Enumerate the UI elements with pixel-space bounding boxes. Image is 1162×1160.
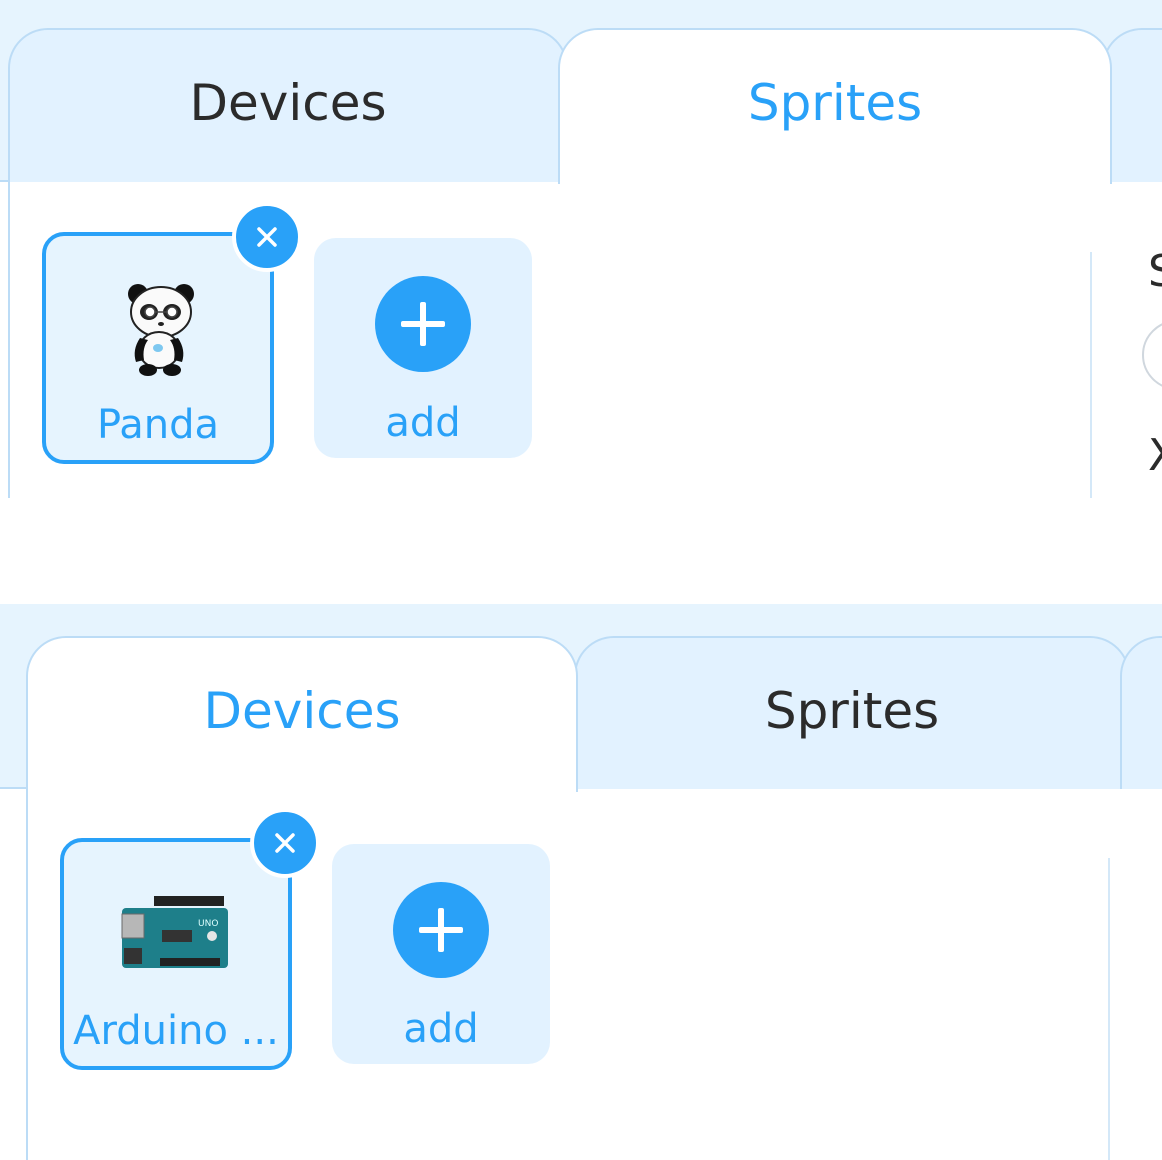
edge-label-s: S: [1148, 246, 1162, 297]
plus-icon: [393, 882, 489, 978]
tab-sprites-label: Sprites: [747, 74, 923, 132]
tab-devices[interactable]: Devices: [8, 28, 568, 182]
add-label: add: [403, 1006, 479, 1052]
close-icon: [257, 227, 277, 247]
add-device-button[interactable]: add: [332, 844, 550, 1064]
add-sprite-button[interactable]: add: [314, 238, 532, 458]
sprite-card-panda[interactable]: Panda: [42, 232, 274, 464]
close-icon: [275, 833, 295, 853]
tab-devices-label: Devices: [189, 74, 387, 132]
tab-sprites[interactable]: Sprites: [558, 28, 1112, 184]
plus-icon: [375, 276, 471, 372]
remove-sprite-button[interactable]: [232, 202, 302, 272]
tab-sprites[interactable]: Sprites: [574, 636, 1130, 790]
arduino-board-icon: UNO: [121, 896, 228, 968]
device-card-label: Arduino ...: [73, 1008, 279, 1054]
tab-sprites-label: Sprites: [764, 682, 940, 740]
svg-text:UNO: UNO: [198, 919, 218, 929]
panda-icon: [128, 284, 194, 376]
panel-divider: [1090, 252, 1092, 498]
tab-extra[interactable]: [1120, 636, 1162, 790]
panel-divider: [1108, 858, 1110, 1160]
sprites-panel: Devices Sprites Panda add S: [0, 0, 1162, 498]
remove-device-button[interactable]: [250, 808, 320, 878]
sprite-card-label: Panda: [96, 402, 220, 448]
edge-label-x: X: [1148, 430, 1162, 481]
panel-gap: [0, 498, 1162, 604]
add-label: add: [385, 400, 461, 446]
tab-devices-label: Devices: [203, 682, 401, 740]
tab-devices[interactable]: Devices: [26, 636, 578, 792]
device-card-arduino[interactable]: UNO Arduino ...: [60, 838, 292, 1070]
